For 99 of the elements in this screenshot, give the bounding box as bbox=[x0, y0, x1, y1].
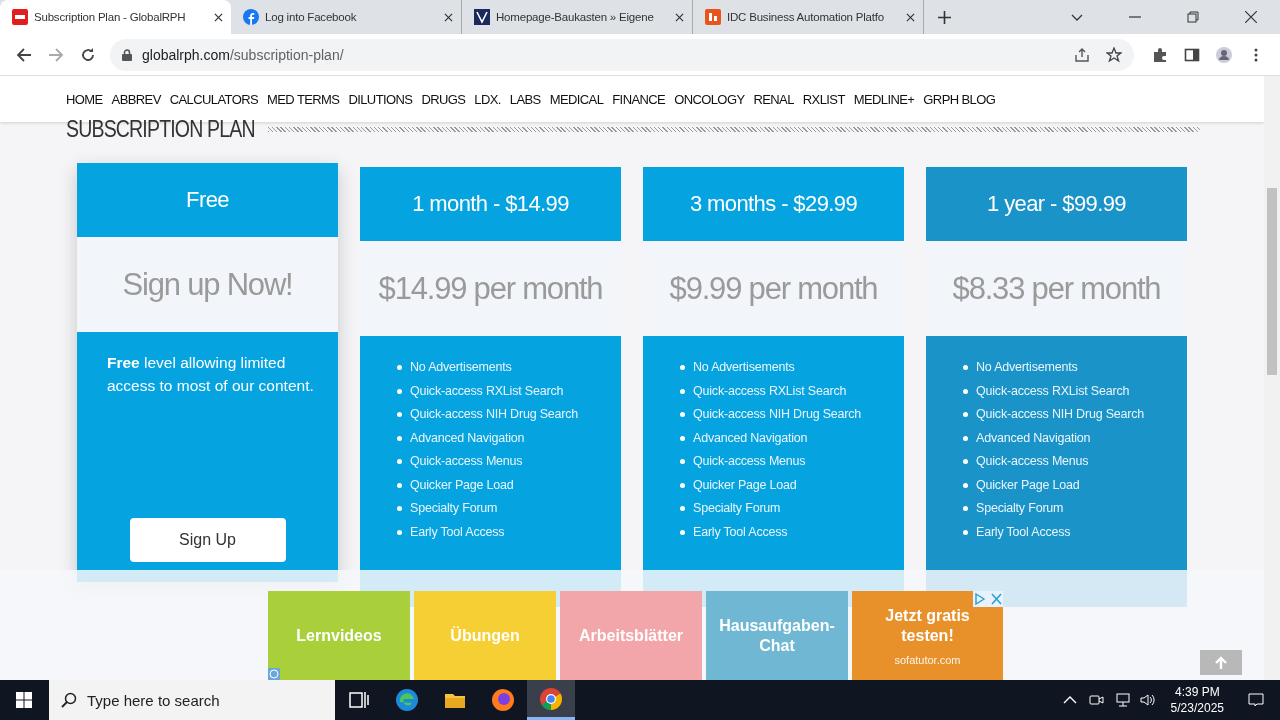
favicon-icon bbox=[474, 9, 490, 25]
ad-brand: sofatutor.com bbox=[894, 653, 961, 666]
nav-link[interactable]: HOME bbox=[66, 91, 103, 107]
facebook-icon bbox=[243, 9, 259, 25]
lock-icon bbox=[122, 48, 132, 61]
taskbar-search-field[interactable]: Type here to search bbox=[87, 682, 327, 718]
plan-name: Free bbox=[186, 187, 229, 213]
feature-item: Specialty Forum bbox=[693, 500, 781, 517]
favicon-icon bbox=[12, 9, 28, 25]
nav-link[interactable]: DRUGS bbox=[421, 91, 466, 107]
url-host: globalrph.com bbox=[142, 46, 230, 63]
feature-item: Advanced Navigation bbox=[693, 429, 808, 447]
arrow-up-icon bbox=[1214, 655, 1228, 670]
feature-item: No Advertisements bbox=[976, 359, 1078, 376]
feature-item: Quicker Page Load bbox=[976, 476, 1080, 494]
nav-link[interactable]: ABBREV bbox=[111, 91, 161, 107]
plan-price: $8.33 per month bbox=[952, 270, 1161, 307]
feature-item: Advanced Navigation bbox=[976, 429, 1091, 447]
notification-icon[interactable] bbox=[1248, 692, 1264, 708]
nav-link[interactable]: CALCULATORS bbox=[169, 91, 259, 107]
nav-link[interactable]: DILUTIONS bbox=[348, 91, 413, 107]
tab-title: IDC Business Automation Platfo bbox=[727, 11, 885, 23]
close-icon[interactable] bbox=[1245, 11, 1257, 23]
feature-item: Quicker Page Load bbox=[410, 476, 514, 494]
feature-item: Early Tool Access bbox=[410, 523, 505, 541]
camera-icon[interactable] bbox=[1087, 692, 1104, 708]
feature-item: Quicker Page Load bbox=[693, 476, 797, 494]
close-icon[interactable] bbox=[675, 12, 684, 22]
ad-label: Übungen bbox=[450, 625, 520, 646]
windows-start-icon[interactable] bbox=[16, 692, 32, 708]
nav-link[interactable]: MEDICAL bbox=[549, 91, 604, 107]
close-icon[interactable] bbox=[444, 12, 453, 22]
feature-item: Quick-access RXList Search bbox=[976, 382, 1130, 400]
speaker-icon[interactable] bbox=[1139, 692, 1156, 708]
plan-price: $14.99 per month bbox=[378, 270, 603, 307]
feature-item: Specialty Forum bbox=[976, 500, 1064, 517]
taskbar-search-bar[interactable]: Type here to search bbox=[49, 680, 335, 720]
nav-link[interactable]: FINANCE bbox=[612, 91, 666, 107]
clock-time[interactable]: 4:39 PM bbox=[1174, 684, 1220, 700]
page-heading: SUBSCRIPTION PLAN bbox=[66, 115, 255, 143]
feature-item: Quick-access Menus bbox=[410, 453, 523, 470]
nav-link[interactable]: RXLIST bbox=[802, 91, 845, 107]
feature-item: Advanced Navigation bbox=[410, 429, 525, 447]
chrome-taskbar-icon[interactable] bbox=[527, 680, 575, 720]
side-panel-icon[interactable] bbox=[1184, 46, 1200, 63]
nav-link[interactable]: ONCOLOGY bbox=[674, 91, 745, 107]
back-icon[interactable] bbox=[16, 46, 32, 63]
url-path: /subscription-plan/ bbox=[229, 46, 344, 63]
share-icon[interactable] bbox=[1074, 46, 1090, 63]
new-tab-icon[interactable] bbox=[938, 10, 951, 24]
browser-tab[interactable]: Subscription Plan - GlobalRPH bbox=[0, 0, 231, 34]
reload-icon[interactable] bbox=[80, 46, 96, 63]
plan-name: 1 year - $99.99 bbox=[987, 191, 1126, 217]
favicon-icon bbox=[705, 9, 721, 25]
ad-label: Hausaufgaben-Chat bbox=[718, 615, 836, 656]
star-icon[interactable] bbox=[1106, 46, 1122, 63]
feature-item: Quick-access RXList Search bbox=[410, 382, 564, 400]
feature-item: Quick-access Menus bbox=[693, 453, 806, 470]
nav-link[interactable]: MED TERMS bbox=[267, 91, 340, 107]
nav-link[interactable]: LABS bbox=[509, 91, 541, 107]
feature-item: Early Tool Access bbox=[976, 523, 1071, 541]
nav-link[interactable]: GRPH BLOG bbox=[923, 91, 996, 107]
ad-info-icon[interactable] bbox=[268, 668, 280, 680]
nav-link[interactable]: LDX. bbox=[474, 91, 501, 107]
feature-item: No Advertisements bbox=[410, 359, 512, 376]
plan-name: 1 month - $14.99 bbox=[412, 191, 569, 217]
ad-label: Jetzt gratis testen! bbox=[884, 605, 971, 646]
restore-icon[interactable] bbox=[1187, 11, 1199, 23]
plan-description: Free level allowing limited access to most of our content. bbox=[107, 353, 314, 396]
scrollbar-thumb[interactable] bbox=[1267, 188, 1277, 375]
feature-item: Quick-access NIH Drug Search bbox=[693, 406, 862, 423]
nav-link[interactable]: RENAL bbox=[753, 91, 794, 107]
feature-item: No Advertisements bbox=[693, 359, 795, 376]
tab-title: Subscription Plan - GlobalRPH bbox=[34, 11, 187, 23]
sign-up-button[interactable]: Sign Up bbox=[129, 518, 286, 562]
nav-link[interactable]: MEDLINE+ bbox=[853, 91, 915, 107]
profile-icon[interactable] bbox=[1216, 46, 1232, 63]
puzzle-icon[interactable] bbox=[1152, 46, 1168, 63]
ad-choices-icon[interactable] bbox=[973, 591, 1003, 607]
ad-label: Arbeitsblätter bbox=[579, 625, 683, 646]
feature-item: Quick-access RXList Search bbox=[693, 382, 847, 400]
address-field[interactable]: globalrph.com/subscription-plan/ bbox=[110, 38, 1134, 71]
plan-price: $9.99 per month bbox=[669, 270, 878, 307]
clock-date[interactable]: 5/23/2025 bbox=[1170, 700, 1224, 716]
feature-item: Quick-access NIH Drug Search bbox=[410, 406, 579, 423]
plan-name: 3 months - $29.99 bbox=[689, 191, 858, 217]
plan-price: Sign up Now! bbox=[122, 266, 293, 303]
search-icon bbox=[61, 692, 77, 708]
feature-item: Early Tool Access bbox=[693, 523, 788, 541]
network-icon[interactable] bbox=[1113, 692, 1130, 708]
feature-item: Quick-access NIH Drug Search bbox=[976, 406, 1145, 423]
close-icon[interactable] bbox=[906, 12, 915, 22]
ad-label: Lernvideos bbox=[296, 625, 382, 646]
scrollbar[interactable] bbox=[1264, 76, 1280, 680]
feature-item: Quick-access Menus bbox=[976, 453, 1089, 470]
feature-item: Specialty Forum bbox=[410, 500, 498, 517]
tab-title: Log into Facebook bbox=[265, 11, 358, 23]
close-icon[interactable] bbox=[214, 12, 223, 22]
tab-title: Homepage-Baukasten » Eigene bbox=[496, 11, 655, 23]
